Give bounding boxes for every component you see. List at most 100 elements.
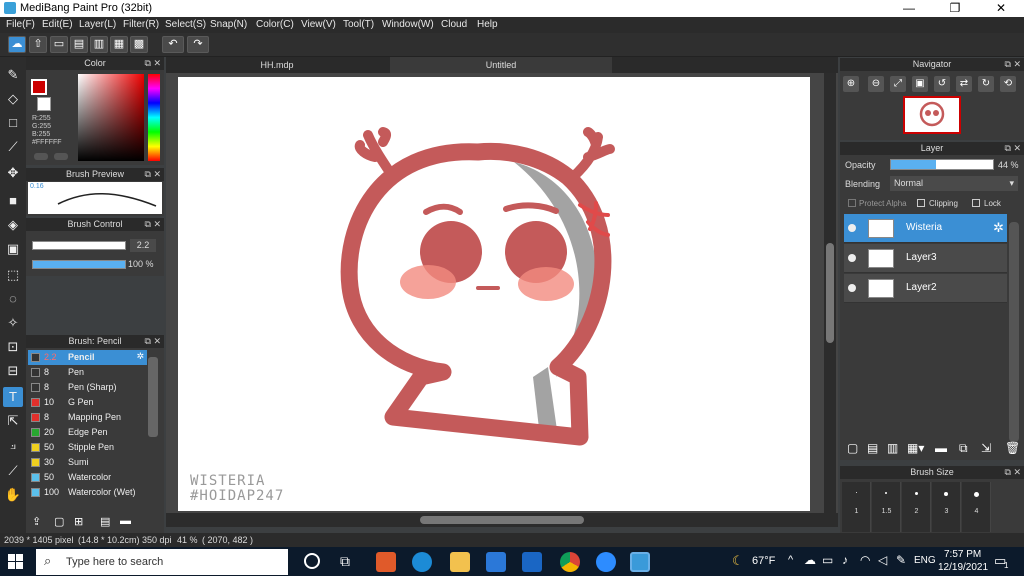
- tab-hh-mdp[interactable]: HH.mdp: [166, 57, 388, 73]
- onedrive-icon[interactable]: ☁: [804, 553, 816, 567]
- rect-tool-icon[interactable]: □: [3, 113, 23, 133]
- brush-item[interactable]: 10 G Pen: [28, 395, 147, 410]
- brush-item[interactable]: 2.2 Pencil ✲: [28, 350, 147, 365]
- brush-size-cell[interactable]: 4: [962, 482, 991, 532]
- zoom-app-icon[interactable]: [596, 552, 616, 572]
- speaker-icon[interactable]: ◁: [878, 553, 887, 567]
- menu-tool[interactable]: Tool(T): [343, 19, 374, 30]
- protect-alpha-checkbox[interactable]: [848, 199, 856, 207]
- comment-icon[interactable]: ▭: [50, 36, 68, 53]
- microphone-icon[interactable]: ♪: [842, 553, 848, 567]
- visibility-icon[interactable]: [848, 224, 856, 232]
- brush-item[interactable]: 8 Pen (Sharp): [28, 380, 147, 395]
- bucket-tool-icon[interactable]: ◈: [3, 215, 23, 235]
- move-tool-icon[interactable]: ✥: [3, 163, 23, 183]
- brush-folder-icon[interactable]: ▬: [120, 515, 131, 527]
- hue-slider[interactable]: [148, 74, 160, 161]
- redo-icon[interactable]: ↷: [187, 36, 209, 53]
- brush-size-slider[interactable]: [32, 241, 126, 250]
- cortana-icon[interactable]: [304, 553, 320, 569]
- reset-icon[interactable]: ⟲: [1000, 76, 1016, 92]
- color-tool-button-2[interactable]: [54, 153, 68, 160]
- clock-date[interactable]: 12/19/2021: [938, 562, 988, 573]
- fill-rect-tool-icon[interactable]: ■: [3, 191, 23, 211]
- color-tool-button[interactable]: [34, 153, 48, 160]
- clock-time[interactable]: 7:57 PM: [944, 549, 981, 560]
- secondary-color-swatch[interactable]: [37, 97, 51, 111]
- file-explorer-icon[interactable]: [450, 552, 470, 572]
- pen-tool-icon[interactable]: ⟋: [3, 137, 23, 157]
- battery-icon[interactable]: ▭: [822, 553, 833, 567]
- layer-item-layer2[interactable]: Layer2: [844, 274, 1007, 303]
- tiles-icon[interactable]: ▩: [130, 36, 148, 53]
- zoom-out-icon[interactable]: ⊖: [868, 76, 884, 92]
- share-icon[interactable]: ⇧: [29, 36, 47, 53]
- close-button[interactable]: ✕: [978, 0, 1024, 17]
- layer-item-wisteria[interactable]: Wisteria ✲: [844, 214, 1007, 243]
- brush-list-scrollbar[interactable]: [148, 357, 158, 437]
- page-icon[interactable]: ▥: [90, 36, 108, 53]
- menu-select[interactable]: Select(S): [165, 19, 206, 30]
- visibility-icon[interactable]: [848, 254, 856, 262]
- panel-controls-icon[interactable]: ⧉ ✕: [1005, 466, 1021, 479]
- menu-help[interactable]: Help: [477, 19, 498, 30]
- brush-opacity-slider[interactable]: [32, 260, 126, 269]
- menu-view[interactable]: View(V): [301, 19, 336, 30]
- lock-checkbox[interactable]: [972, 199, 980, 207]
- brush-settings-icon[interactable]: ▤: [100, 515, 110, 528]
- primary-color-swatch[interactable]: [31, 79, 47, 95]
- fit-icon[interactable]: ⤢: [890, 76, 906, 92]
- eraser-tool-icon[interactable]: ◇: [3, 89, 23, 109]
- chrome-icon[interactable]: [560, 552, 580, 572]
- language-indicator[interactable]: ENG: [914, 555, 936, 566]
- canvas-horizontal-scrollbar[interactable]: [166, 513, 838, 527]
- menu-cloud[interactable]: Cloud: [441, 19, 467, 30]
- taskbar-search-box[interactable]: ⌕ Type here to search: [36, 549, 288, 575]
- tray-chevron-icon[interactable]: ^: [788, 554, 793, 566]
- panel-controls-icon[interactable]: ⧉ ✕: [1005, 142, 1021, 155]
- panel-controls-icon[interactable]: ⧉ ✕: [1005, 58, 1021, 71]
- navigator-thumbnail[interactable]: [903, 96, 961, 134]
- pen-tray-icon[interactable]: ✎: [896, 553, 906, 567]
- brush-upload-icon[interactable]: ⇪: [32, 515, 41, 528]
- brush-size-cell[interactable]: 1.5: [872, 482, 901, 532]
- task-view-icon[interactable]: ⧉: [340, 553, 350, 570]
- operation-tool-icon[interactable]: ⇱: [3, 411, 23, 431]
- magic-wand-tool-icon[interactable]: ✧: [3, 313, 23, 333]
- gradient-tool-icon[interactable]: ▣: [3, 239, 23, 259]
- lasso-tool-icon[interactable]: ◌: [3, 289, 23, 309]
- menu-color[interactable]: Color(C): [256, 19, 294, 30]
- grid-icon[interactable]: ▦: [110, 36, 128, 53]
- minimize-button[interactable]: —: [886, 0, 932, 17]
- add-layer-menu-icon[interactable]: ▦▾: [907, 441, 924, 455]
- actual-size-icon[interactable]: ▣: [912, 76, 928, 92]
- menu-window[interactable]: Window(W): [382, 19, 434, 30]
- drawing-paper[interactable]: WISTERIA #HOIDAP247: [178, 77, 810, 511]
- brush-size-value[interactable]: 2.2: [130, 239, 156, 252]
- new-1bit-layer-icon[interactable]: ▥: [887, 441, 898, 455]
- add-brush-icon[interactable]: ⊞: [74, 515, 83, 528]
- brush-item[interactable]: 20 Edge Pen: [28, 425, 147, 440]
- brush-tool-icon[interactable]: ✎: [3, 65, 23, 85]
- menu-file[interactable]: File(F): [6, 19, 35, 30]
- select-eraser-tool-icon[interactable]: ⊟: [3, 361, 23, 381]
- brush-item[interactable]: 100 Watercolor (Wet): [28, 485, 147, 500]
- new-layer-icon[interactable]: ▢: [847, 441, 858, 455]
- select-tool-icon[interactable]: ⬚: [3, 265, 23, 285]
- brush-item[interactable]: 8 Pen: [28, 365, 147, 380]
- gear-icon[interactable]: ✲: [136, 351, 144, 362]
- brush-size-cell[interactable]: 3: [932, 482, 961, 532]
- wifi-icon[interactable]: ◠: [860, 553, 870, 567]
- brush-size-cell[interactable]: 2: [902, 482, 931, 532]
- panel-controls-icon[interactable]: ⧉ ✕: [145, 218, 161, 231]
- zoom-in-icon[interactable]: ⊕: [843, 76, 859, 92]
- menu-layer[interactable]: Layer(L): [79, 19, 116, 30]
- rotate-left-icon[interactable]: ↺: [934, 76, 950, 92]
- menu-snap[interactable]: Snap(N): [210, 19, 247, 30]
- hand-tool-icon[interactable]: ✋: [3, 485, 23, 505]
- new-halftone-layer-icon[interactable]: ▤: [867, 441, 878, 455]
- text-tool-icon[interactable]: T: [3, 387, 23, 407]
- windows-start-icon[interactable]: [8, 554, 24, 570]
- duplicate-layer-icon[interactable]: ⧉: [959, 441, 968, 456]
- brush-item[interactable]: 8 Mapping Pen: [28, 410, 147, 425]
